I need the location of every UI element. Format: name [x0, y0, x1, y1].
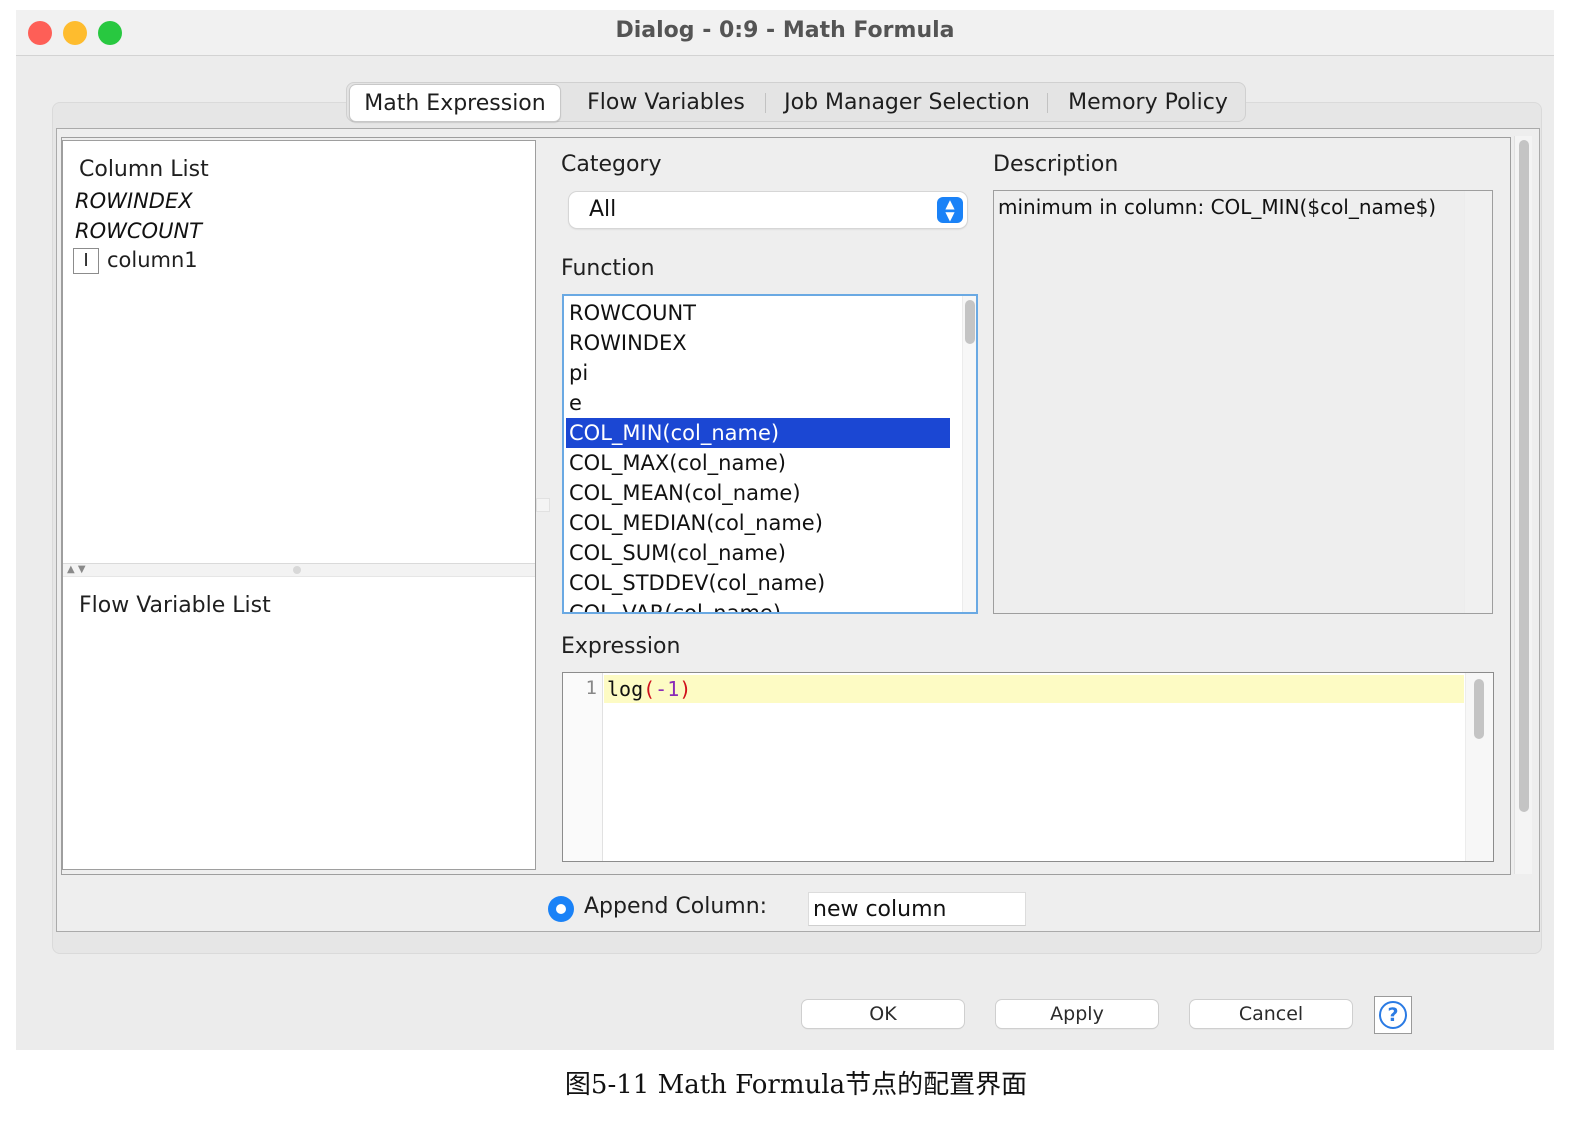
new-column-name-value: new column: [813, 897, 947, 922]
column-list-panel: Column List ROWINDEX ROWCOUNT I column1 …: [62, 140, 536, 870]
pane-divider-handle[interactable]: [536, 498, 550, 512]
current-line-highlight: [604, 675, 1464, 703]
function-list-item[interactable]: ROWINDEX: [566, 328, 950, 358]
tab-job-manager-selection[interactable]: Job Manager Selection: [771, 83, 1043, 123]
function-list[interactable]: ROWCOUNT ROWINDEX pi e COL_MIN(col_name)…: [562, 294, 978, 614]
divider-grip-icon: [293, 566, 301, 574]
column-list-item[interactable]: ROWINDEX: [75, 189, 193, 213]
column-list-title: Column List: [79, 157, 209, 182]
updown-chevron-icon[interactable]: ▲ ▼: [937, 197, 963, 223]
function-list-item[interactable]: ROWCOUNT: [566, 298, 950, 328]
scrollbar-thumb[interactable]: [1519, 140, 1529, 812]
line-number: 1: [585, 677, 597, 699]
category-selected-value: All: [589, 197, 617, 222]
cancel-button[interactable]: Cancel: [1190, 1000, 1352, 1028]
function-list-item[interactable]: COL_SUM(col_name): [566, 538, 950, 568]
window-scrollbar[interactable]: [1514, 136, 1532, 874]
function-list-item[interactable]: COL_MEAN(col_name): [566, 478, 950, 508]
column-list-item-column1[interactable]: I column1: [73, 248, 273, 276]
function-list-scrollbar[interactable]: [962, 296, 976, 612]
function-label: Function: [561, 256, 655, 281]
editor-scrollbar[interactable]: [1465, 673, 1493, 861]
scrollbar-thumb[interactable]: [965, 300, 975, 344]
ok-button[interactable]: OK: [802, 1000, 964, 1028]
append-column-label: Append Column:: [584, 894, 768, 919]
new-column-name-input[interactable]: new column: [808, 892, 1026, 926]
line-number-gutter: 1: [563, 673, 603, 861]
function-list-item-selected[interactable]: COL_MIN(col_name): [566, 418, 950, 448]
expression-label: Expression: [561, 634, 681, 659]
help-icon: ?: [1379, 1001, 1407, 1029]
title-bar[interactable]: Dialog - 0:9 - Math Formula: [16, 10, 1554, 56]
code-token: (: [643, 677, 656, 701]
collapse-arrows-icon[interactable]: ▲ ▼: [67, 564, 86, 576]
expression-editor[interactable]: 1 log(-1): [562, 672, 1494, 862]
function-list-item[interactable]: COL_STDDEV(col_name): [566, 568, 950, 598]
flow-variable-list-title: Flow Variable List: [79, 593, 271, 618]
tab-separator: [1047, 93, 1048, 113]
tab-math-expression[interactable]: Math Expression: [349, 84, 561, 122]
figure-caption: 图5-11 Math Formula节点的配置界面: [564, 1070, 1028, 1100]
function-list-item[interactable]: e: [566, 388, 950, 418]
description-scrollbar[interactable]: [1464, 191, 1492, 613]
expression-code[interactable]: log(-1): [607, 677, 691, 701]
description-text: minimum in column: COL_MIN($col_name$): [998, 195, 1437, 219]
category-select[interactable]: All ▲ ▼: [569, 192, 967, 228]
integer-type-icon: I: [73, 248, 99, 274]
split-pane-divider[interactable]: ▲ ▼: [63, 563, 535, 577]
function-list-item[interactable]: COL_VAR(col_name): [566, 598, 950, 612]
description-box: minimum in column: COL_MIN($col_name$): [993, 190, 1493, 614]
scrollbar-thumb[interactable]: [1474, 679, 1484, 739]
window-title: Dialog - 0:9 - Math Formula: [615, 18, 955, 43]
help-button[interactable]: ?: [1374, 996, 1412, 1034]
tab-flow-variables[interactable]: Flow Variables: [571, 83, 761, 123]
column-name: column1: [107, 248, 198, 272]
function-list-item[interactable]: COL_MEDIAN(col_name): [566, 508, 950, 538]
apply-button[interactable]: Apply: [996, 1000, 1158, 1028]
function-list-item[interactable]: pi: [566, 358, 950, 388]
column-list-item[interactable]: ROWCOUNT: [75, 219, 202, 243]
tab-memory-policy[interactable]: Memory Policy: [1055, 83, 1241, 123]
code-token: ): [679, 677, 692, 701]
code-token: log: [607, 677, 644, 701]
append-column-radio[interactable]: [548, 896, 574, 922]
tab-separator: [765, 93, 766, 113]
category-label: Category: [561, 152, 662, 177]
description-label: Description: [993, 152, 1119, 177]
code-token: -1: [655, 677, 680, 701]
tab-strip: Math Expression Flow Variables Job Manag…: [346, 82, 1246, 122]
function-list-item[interactable]: COL_MAX(col_name): [566, 448, 950, 478]
dialog-window: Dialog - 0:9 - Math Formula Math Express…: [16, 10, 1554, 1050]
